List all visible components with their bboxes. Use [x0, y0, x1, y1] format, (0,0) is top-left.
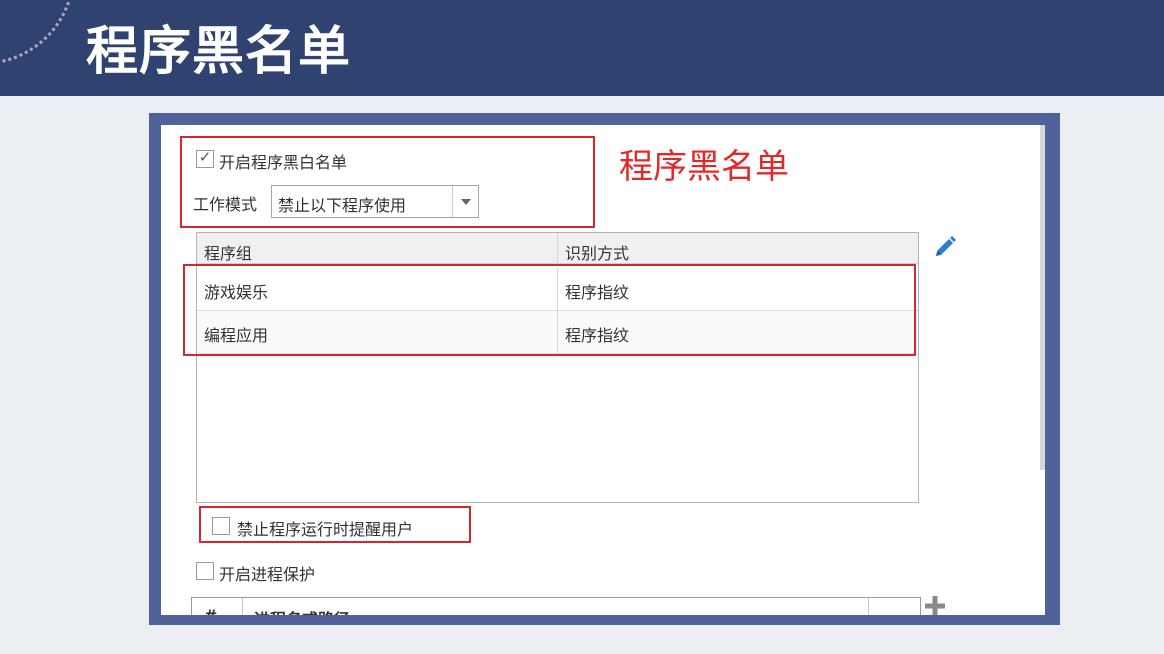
title-banner: 程序黑名单 [0, 0, 1164, 96]
column-header-process[interactable]: 进程名或路径 [254, 606, 350, 615]
scrollbar[interactable] [1040, 125, 1045, 470]
plus-icon[interactable] [925, 596, 945, 615]
slide-title: 程序黑名单 [86, 22, 352, 82]
decorative-arc [0, 0, 75, 65]
annotation-box-remind [199, 506, 471, 543]
annotation-box-settings [180, 136, 595, 228]
column-header-group[interactable]: 程序组 [204, 240, 252, 264]
pencil-icon[interactable] [933, 235, 957, 259]
column-divider [242, 598, 243, 615]
process-protect-checkbox[interactable] [196, 562, 214, 580]
annotation-box-rows [183, 264, 916, 356]
process-table: # 进程名或路径 [191, 597, 921, 615]
screenshot-frame: ✓ 开启程序黑白名单 工作模式 禁止以下程序使用 程序黑名单 程序组 识别方式 … [149, 113, 1060, 625]
annotation-label: 程序黑名单 [619, 147, 789, 187]
settings-panel: ✓ 开启程序黑白名单 工作模式 禁止以下程序使用 程序黑名单 程序组 识别方式 … [161, 125, 1045, 615]
column-header-index[interactable]: # [204, 606, 217, 615]
process-protect-label: 开启进程保护 [219, 565, 316, 584]
column-header-method[interactable]: 识别方式 [565, 240, 629, 264]
column-divider [868, 598, 869, 615]
column-divider [557, 233, 558, 264]
